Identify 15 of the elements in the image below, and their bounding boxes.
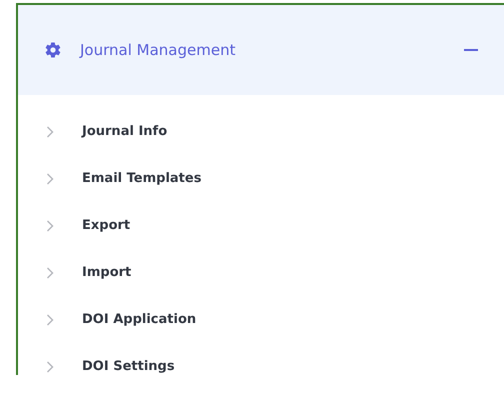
settings-icon	[44, 41, 62, 59]
menu-item[interactable]: DOI Settings	[18, 343, 504, 390]
chevron-right-icon	[46, 314, 54, 326]
chevron-right-icon	[46, 126, 54, 138]
menu-item[interactable]: Email Templates	[18, 155, 504, 202]
menu-item[interactable]: DOI Application	[18, 296, 504, 343]
chevron-right-icon	[46, 172, 54, 184]
minus-icon	[464, 49, 478, 51]
menu-item[interactable]: Import	[18, 249, 504, 296]
chevron-right-icon	[46, 220, 54, 232]
menu-item[interactable]: Journal Info	[18, 108, 504, 155]
menu-item[interactable]: Export	[18, 202, 504, 249]
chevron-right-icon	[46, 266, 54, 278]
chevron-right-icon	[46, 360, 54, 372]
section-header[interactable]: Journal Management	[18, 5, 504, 95]
